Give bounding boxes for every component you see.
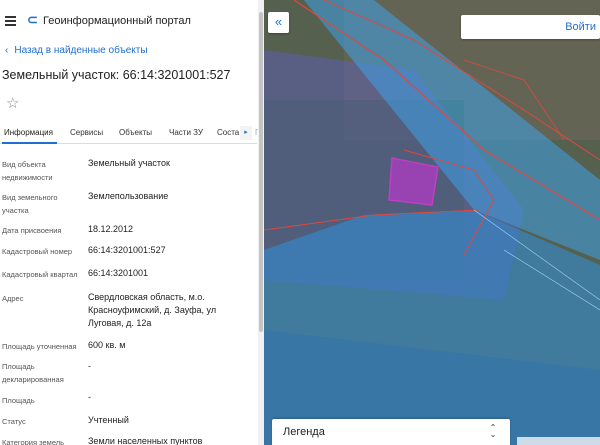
field-label: Дата присвоения	[2, 226, 62, 235]
field-label: Площадь уточненная	[2, 342, 77, 351]
field-label: Категория земель	[2, 438, 65, 445]
page-title: Земельный участок: 66:14:3201001:527	[2, 68, 231, 82]
back-to-results-link[interactable]: ‹ Назад в найденные объекты	[5, 45, 148, 56]
map-view[interactable]	[264, 0, 600, 445]
favorite-star-icon[interactable]: ☆	[6, 94, 19, 112]
field-value-address: Свердловская область, м.о. Красноуфимски…	[88, 292, 217, 328]
field-value: Учтенный	[88, 415, 129, 425]
field-label: Площадь декларированная	[2, 362, 64, 384]
field-value: -	[88, 392, 91, 402]
tab-information[interactable]: Информация	[4, 128, 53, 137]
map-canvas[interactable]	[264, 0, 600, 445]
legend-dropdown[interactable]: Легенда ⌃ ⌄	[272, 419, 510, 445]
back-link-label: Назад в найденные объекты	[14, 45, 148, 56]
chevron-left-icon: ‹	[5, 45, 9, 56]
object-info-panel: ⊂ Геоинформационный портал ‹ Назад в найд…	[0, 0, 264, 445]
app-header: ⊂ Геоинформационный портал	[0, 0, 264, 44]
selected-parcel-highlight[interactable]	[388, 157, 439, 206]
field-value: 66:14:3201001:527	[88, 245, 166, 255]
tab-bar: Информация Сервисы Объекты Части ЗУ Сост…	[0, 122, 259, 144]
tabs-scroll-right-icon[interactable]: ▸	[240, 126, 252, 140]
expand-collapse-icon: ⌃ ⌄	[489, 423, 497, 439]
field-value: -	[88, 361, 91, 371]
tab-parcel-parts[interactable]: Части ЗУ	[169, 128, 203, 137]
legend-label: Легенда	[283, 426, 325, 438]
field-label: Адрес	[2, 294, 24, 303]
tab-composition[interactable]: Соста	[217, 128, 239, 137]
field-value: Землепользование	[88, 191, 169, 201]
field-label: Кадастровый номер	[2, 247, 73, 256]
panel-scrollbar-thumb[interactable]	[259, 12, 263, 332]
field-label: Кадастровый квартал	[2, 270, 78, 279]
hamburger-menu-icon[interactable]	[5, 16, 16, 26]
field-value: Земли населенных пунктов	[88, 436, 203, 445]
field-label: Статус	[2, 417, 26, 426]
login-button[interactable]: Войти	[461, 15, 600, 39]
field-label: Вид объекта недвижимости	[2, 160, 53, 182]
map-scale-bar	[517, 437, 600, 445]
field-value: Земельный участок	[88, 158, 170, 168]
tab-objects[interactable]: Объекты	[119, 128, 152, 137]
field-label: Вид земельного участка	[2, 193, 58, 215]
field-value: 66:14:3201001	[88, 268, 149, 278]
field-label: Площадь	[2, 396, 35, 405]
active-tab-indicator	[2, 142, 57, 144]
tab-services[interactable]: Сервисы	[70, 128, 103, 137]
collapse-panel-button[interactable]: «	[268, 12, 289, 33]
field-value: 18.12.2012	[88, 224, 134, 234]
app-title: Геоинформационный портал	[43, 15, 191, 27]
portal-logo-icon: ⊂	[27, 12, 38, 27]
field-value: 600 кв. м	[88, 340, 126, 350]
